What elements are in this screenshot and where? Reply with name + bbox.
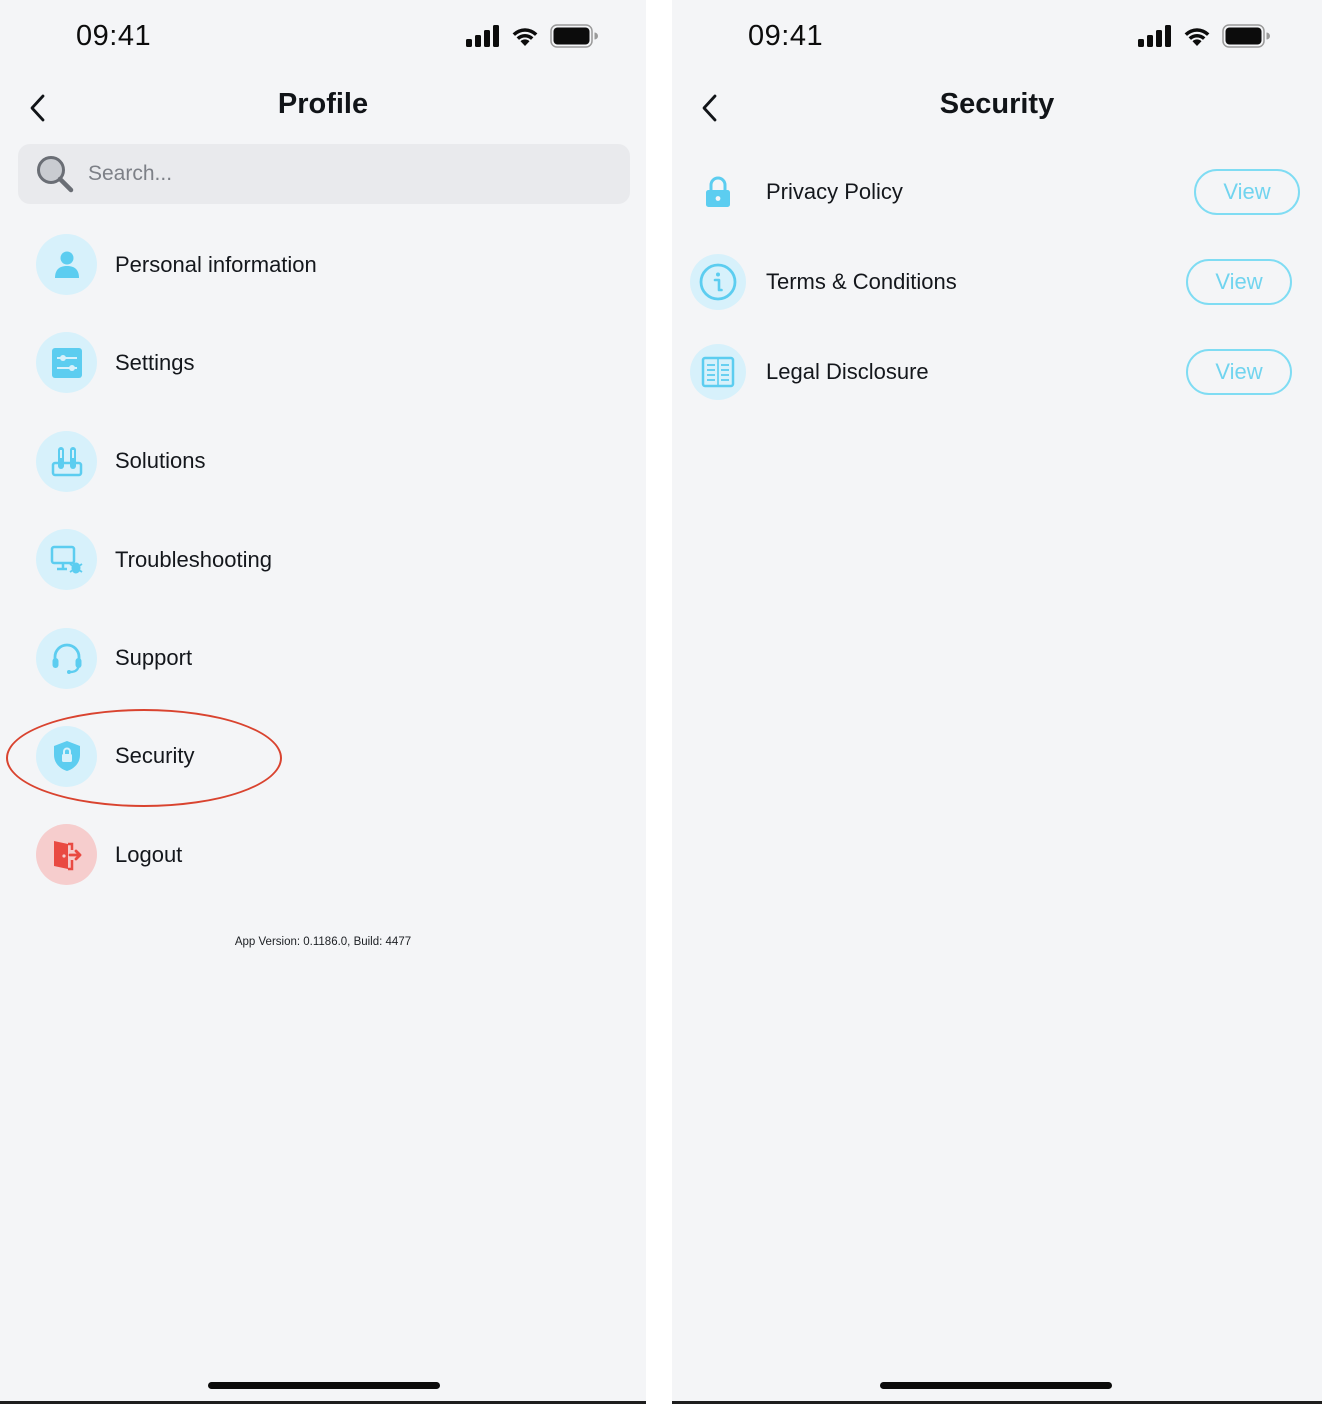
security-screen: 09:41 Security Privacy Policy View Terms… — [672, 0, 1322, 1404]
menu-label: Security — [115, 743, 195, 769]
view-legal-disclosure-button[interactable]: View — [1186, 349, 1292, 395]
menu-label: Settings — [115, 349, 195, 375]
cellular-signal-icon — [466, 25, 499, 47]
security-item-legal-disclosure: Legal Disclosure View — [690, 340, 1310, 404]
logout-door-icon — [53, 840, 81, 871]
menu-label: Troubleshooting — [115, 546, 272, 572]
security-item-label: Privacy Policy — [766, 179, 903, 204]
wifi-icon — [512, 28, 538, 46]
menu-item-logout[interactable]: Logout — [36, 824, 626, 886]
info-icon — [699, 263, 737, 301]
app-version: App Version: 0.1186.0, Build: 4477 — [234, 936, 412, 948]
status-icons — [466, 24, 598, 48]
home-indicator[interactable] — [880, 1382, 1112, 1389]
monitor-bug-icon — [50, 545, 82, 574]
user-icon — [54, 251, 79, 278]
security-item-label: Terms & Conditions — [766, 269, 957, 294]
menu-label: Support — [115, 645, 193, 671]
battery-icon — [550, 24, 598, 48]
status-time: 09:41 — [76, 20, 152, 52]
page-title: Profile — [277, 88, 369, 120]
page-title: Security — [939, 88, 1055, 120]
menu-item-troubleshooting[interactable]: Troubleshooting — [36, 529, 626, 591]
status-time: 09:41 — [748, 20, 824, 52]
security-list: Privacy Policy View Terms & Conditions V… — [690, 160, 1310, 430]
test-tubes-icon — [51, 447, 82, 477]
view-privacy-policy-button[interactable]: View — [1194, 169, 1300, 215]
menu-label: Solutions — [115, 448, 206, 474]
menu-label: Logout — [115, 841, 183, 867]
document-icon — [701, 356, 735, 388]
shield-lock-icon — [53, 741, 80, 772]
security-item-terms-conditions: Terms & Conditions View — [690, 250, 1310, 314]
menu-item-solutions[interactable]: Solutions — [36, 430, 626, 492]
menu-item-support[interactable]: Support — [36, 627, 626, 689]
sliders-icon — [51, 347, 82, 378]
search-input[interactable] — [88, 162, 568, 186]
lock-icon — [706, 176, 730, 207]
profile-menu: Personal information Settings Solutions … — [36, 234, 626, 923]
wifi-icon — [1184, 28, 1210, 46]
headset-icon — [52, 643, 81, 675]
view-terms-conditions-button[interactable]: View — [1186, 259, 1292, 305]
menu-label: Personal information — [115, 251, 317, 277]
battery-icon — [1222, 24, 1270, 48]
security-item-privacy-policy: Privacy Policy View — [690, 160, 1310, 224]
menu-item-settings[interactable]: Settings — [36, 332, 626, 394]
menu-item-security[interactable]: Security — [36, 725, 626, 787]
cellular-signal-icon — [1138, 25, 1171, 47]
search-icon — [37, 156, 74, 193]
security-item-label: Legal Disclosure — [766, 359, 929, 384]
status-icons — [1138, 24, 1270, 48]
menu-item-personal-information[interactable]: Personal information — [36, 234, 626, 295]
profile-screen: 09:41 Profile Search... Personal informa… — [0, 0, 646, 1404]
home-indicator[interactable] — [208, 1382, 440, 1389]
search-bar[interactable] — [18, 144, 630, 204]
